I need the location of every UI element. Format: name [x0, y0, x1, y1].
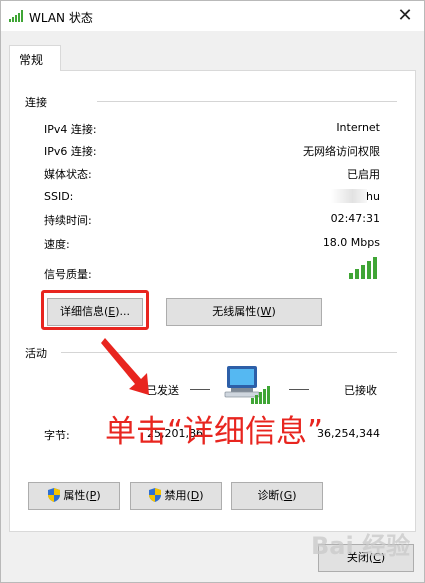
ssid-redaction — [331, 189, 367, 203]
speed-value: 18.0 Mbps — [322, 236, 380, 249]
wireless-properties-button-mnemonic: W — [260, 305, 272, 318]
close-icon[interactable]: ✕ — [394, 6, 416, 26]
tab-general-label: 常规 — [19, 53, 44, 67]
wireless-properties-button-label: 无线属性( — [212, 305, 261, 318]
connection-group-label: 连接 — [25, 96, 47, 109]
wlan-status-dialog: WLAN 状态 ✕ 常规 连接 IPv4 连接: Internet IPv6 连… — [0, 0, 425, 583]
media-state-value: 已启用 — [347, 168, 380, 181]
signal-quality-icon — [349, 257, 377, 279]
diagnose-button-suffix: ) — [292, 489, 297, 502]
properties-button[interactable]: 属性(P) — [28, 482, 120, 510]
wifi-signal-icon — [9, 10, 23, 22]
received-line — [289, 389, 309, 390]
wireless-properties-button[interactable]: 无线属性(W) — [166, 298, 322, 326]
annotation-arrow-icon — [101, 338, 149, 395]
watermark: Bai 经验 — [311, 532, 411, 560]
details-highlight-box — [41, 290, 149, 330]
disable-button-suffix: ) — [199, 489, 204, 502]
received-label: 已接收 — [344, 384, 377, 397]
properties-button-label: 属性( — [63, 489, 90, 502]
connection-group-divider — [97, 101, 397, 102]
tab-general[interactable]: 常规 — [9, 45, 61, 71]
shield-icon — [48, 488, 61, 502]
diagnose-button[interactable]: 诊断(G) — [231, 482, 323, 510]
ipv6-value: 无网络访问权限 — [303, 145, 380, 158]
sent-line — [190, 389, 210, 390]
signal-quality-label: 信号质量: — [44, 268, 92, 281]
disable-button-mnemonic: D — [190, 489, 200, 502]
diagnose-button-mnemonic: G — [283, 489, 293, 502]
bytes-label: 字节: — [44, 429, 70, 442]
ipv4-value: Internet — [336, 121, 380, 134]
diagnose-button-label: 诊断( — [257, 489, 284, 502]
wireless-properties-button-suffix: ) — [271, 305, 276, 318]
shield-icon — [149, 488, 162, 502]
disable-button[interactable]: 禁用(D) — [130, 482, 222, 510]
ipv6-label: IPv6 连接: — [44, 145, 97, 158]
activity-group-label: 活动 — [25, 347, 47, 360]
ipv4-label: IPv4 连接: — [44, 123, 97, 136]
disable-button-label: 禁用( — [164, 489, 191, 502]
speed-label: 速度: — [44, 238, 70, 251]
properties-button-suffix: ) — [96, 489, 101, 502]
annotation-text: 单击“详细信息” — [105, 414, 324, 450]
bytes-received-value: 36,254,344 — [317, 427, 380, 440]
ssid-value: hu — [366, 190, 380, 203]
media-state-label: 媒体状态: — [44, 168, 92, 181]
duration-value: 02:47:31 — [330, 212, 380, 225]
network-computer-icon — [224, 366, 270, 404]
window-title: WLAN 状态 — [29, 11, 93, 25]
title-bar: WLAN 状态 ✕ — [1, 1, 424, 31]
ssid-label: SSID: — [44, 190, 74, 203]
duration-label: 持续时间: — [44, 214, 92, 227]
